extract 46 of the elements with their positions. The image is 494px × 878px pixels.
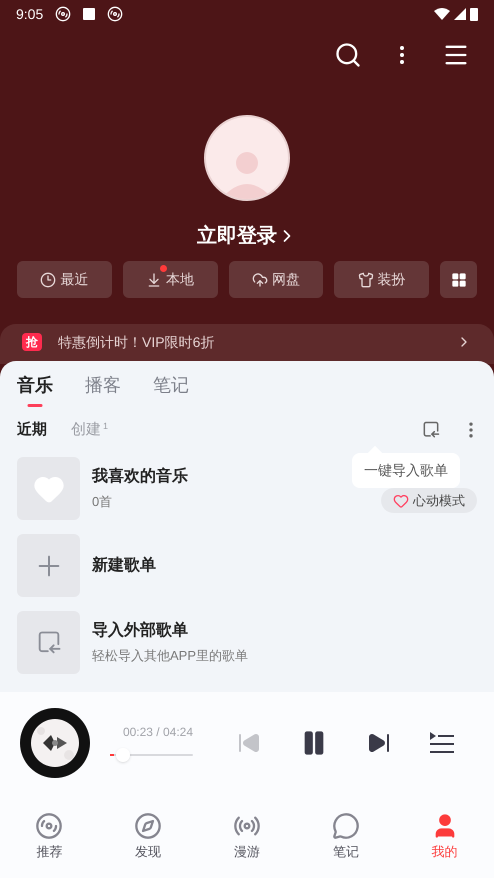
promo-text: 特惠倒计时！VIP限时6折 <box>58 332 216 352</box>
playback-time: 00:23 / 04:24 <box>122 724 193 741</box>
nav-tab[interactable]: 我的 <box>395 812 494 862</box>
login-button[interactable]: 立即登录 <box>197 221 297 251</box>
nav-tab[interactable]: 漫游 <box>198 812 296 862</box>
grid-icon <box>450 272 467 288</box>
grid-button[interactable] <box>440 261 477 298</box>
clock-icon <box>40 272 56 288</box>
wifi-icon <box>434 8 450 20</box>
import-icon[interactable] <box>421 420 441 440</box>
disc-icon <box>35 812 64 840</box>
status-time: 9:05 <box>16 4 44 24</box>
cloud-upload-icon <box>252 272 268 288</box>
progress-track[interactable] <box>110 747 193 763</box>
quick-action-button[interactable]: 网盘 <box>228 261 324 298</box>
heartbeat-mode-button[interactable]: 心动模式 <box>381 488 477 514</box>
playlist-subtitle: 0首 <box>92 493 114 512</box>
promo-banner[interactable]: 抢 特惠倒计时！VIP限时6折 <box>0 324 494 364</box>
chat-icon <box>332 812 360 840</box>
heart-icon <box>393 492 409 508</box>
playlist-icon[interactable] <box>430 732 454 754</box>
tab[interactable]: 播客 <box>85 372 121 407</box>
next-icon[interactable] <box>367 731 392 755</box>
nav-tab[interactable]: 发现 <box>98 812 198 862</box>
battery-icon <box>470 7 478 21</box>
playlist-title: 新建歌单 <box>92 555 157 576</box>
tooltip: 一键导入歌单 <box>352 447 460 488</box>
shirt-icon <box>358 272 374 288</box>
nav-tab[interactable]: 笔记 <box>296 812 396 862</box>
search-icon[interactable] <box>334 41 362 69</box>
quick-action-button[interactable]: 装扮 <box>334 261 430 298</box>
quick-action-button[interactable]: 最近 <box>17 261 112 298</box>
compass-icon <box>134 812 162 840</box>
disc-icon <box>107 6 124 22</box>
tab[interactable]: 音乐 <box>17 372 53 407</box>
progress-thumb[interactable] <box>116 748 130 762</box>
disc-icon <box>55 6 72 22</box>
playlist-subtitle: 轻松导入其他APP里的歌单 <box>92 647 250 666</box>
nav-tab[interactable]: 推荐 <box>0 812 99 862</box>
subtab[interactable]: 近期 <box>17 418 47 442</box>
playlist-title: 我喜欢的音乐 <box>92 466 189 488</box>
promo-badge: 抢 <box>22 333 42 351</box>
tab[interactable]: 笔记 <box>153 372 189 407</box>
signal-icon <box>454 8 466 20</box>
playlist-title: 导入外部歌单 <box>92 620 189 642</box>
quick-action-button[interactable]: 本地 <box>122 261 218 298</box>
